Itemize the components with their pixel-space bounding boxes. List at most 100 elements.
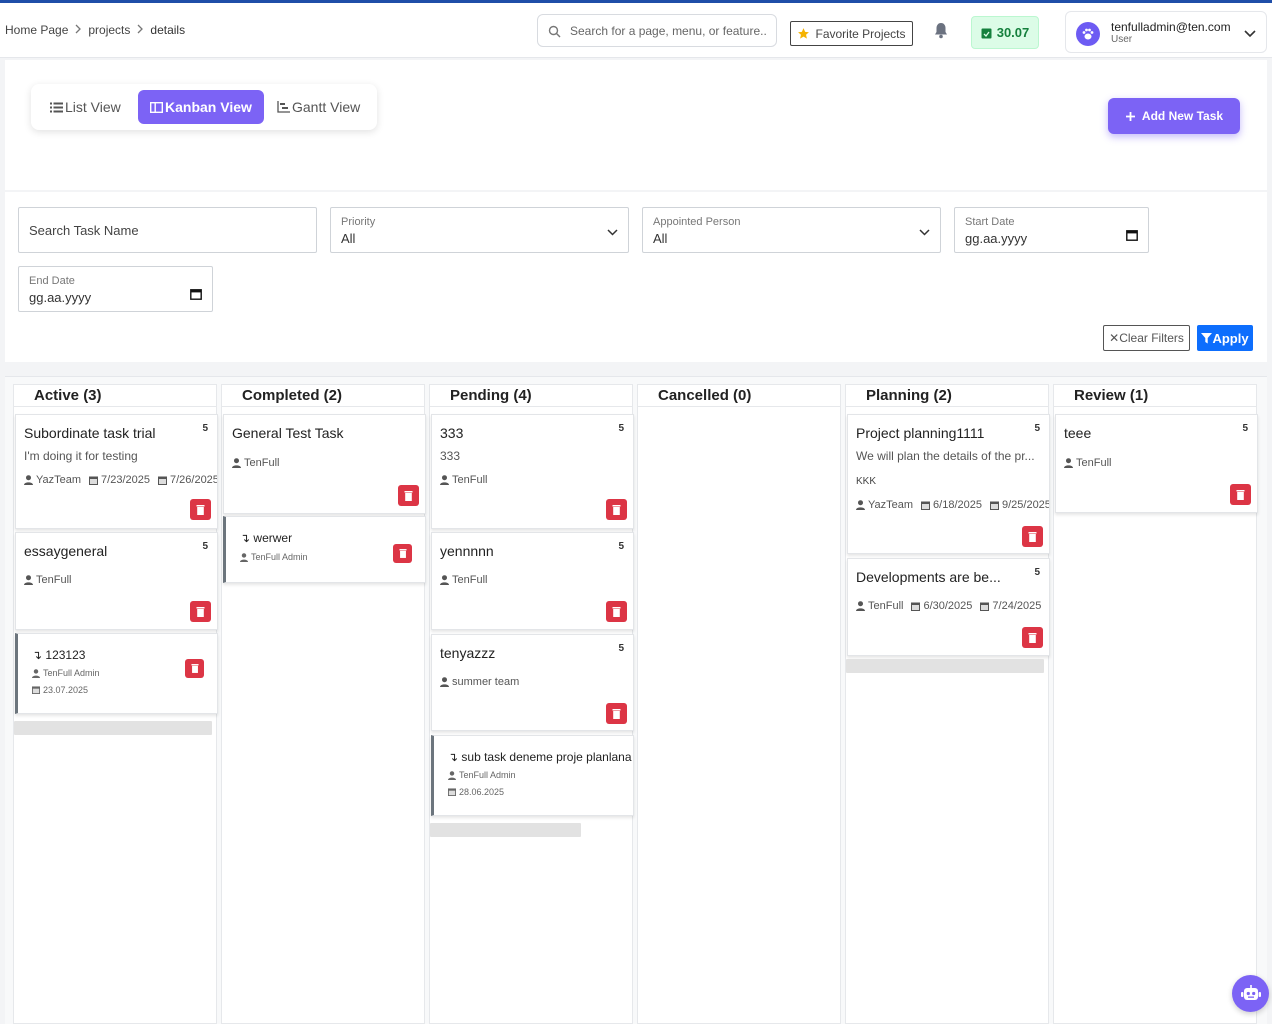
chevron-down-icon bbox=[607, 224, 618, 239]
task-assignee: TenFull bbox=[868, 600, 904, 612]
user-icon bbox=[440, 677, 449, 687]
gantt-icon bbox=[277, 101, 290, 113]
trash-icon bbox=[190, 664, 199, 673]
calendar-icon[interactable] bbox=[1126, 229, 1138, 244]
calendar-check-icon bbox=[980, 602, 990, 611]
task-card[interactable]: teee 5 TenFull bbox=[1055, 414, 1258, 513]
task-card[interactable]: Developments are be... 5 TenFull 6/30/20… bbox=[847, 558, 1050, 656]
subtask-date: 28.06.2025 bbox=[448, 787, 504, 797]
priority-value: All bbox=[341, 231, 356, 246]
calendar-icon bbox=[89, 476, 99, 485]
delete-task-button[interactable] bbox=[606, 703, 627, 724]
user-menu[interactable]: tenfulladmin@ten.com User bbox=[1065, 11, 1267, 53]
favorite-projects-button[interactable]: Favorite Projects bbox=[790, 21, 913, 46]
delete-subtask-button[interactable] bbox=[393, 544, 412, 563]
column-title: Pending (4) bbox=[430, 385, 632, 407]
breadcrumb: Home Page projects details bbox=[5, 23, 185, 37]
tab-gantt-view[interactable]: Gantt View bbox=[265, 90, 372, 124]
clear-filters-label: Clear Filters bbox=[1119, 331, 1184, 345]
task-end-date: 7/26/2025 bbox=[169, 474, 218, 486]
task-end-date: 7/24/2025 bbox=[992, 600, 1042, 612]
clear-filters-button[interactable]: ✕ Clear Filters bbox=[1103, 325, 1190, 351]
delete-task-button[interactable] bbox=[1230, 484, 1251, 505]
user-icon bbox=[232, 458, 241, 468]
add-new-task-button[interactable]: Add New Task bbox=[1108, 98, 1240, 134]
subtask-assignee-text: TenFull Admin bbox=[43, 668, 100, 678]
delete-task-button[interactable] bbox=[1022, 627, 1043, 648]
delete-task-button[interactable] bbox=[1022, 526, 1043, 547]
task-assignee: TenFull bbox=[452, 574, 488, 586]
task-assignee: TenFull bbox=[36, 574, 72, 586]
subtask-card[interactable]: ↴ werwer TenFull Admin bbox=[223, 516, 426, 583]
bell-icon[interactable] bbox=[933, 22, 949, 42]
delete-task-button[interactable] bbox=[190, 499, 211, 520]
subtask-card[interactable]: ↴ sub task deneme proje planlana TenFull… bbox=[431, 735, 634, 816]
credit-badge[interactable]: 30.07 bbox=[971, 16, 1039, 49]
subtask-card[interactable]: ↴ 123123 TenFull Admin 23.07.2025 bbox=[15, 633, 218, 714]
trash-icon bbox=[1028, 632, 1037, 643]
task-title: essaygeneral bbox=[24, 543, 108, 559]
delete-task-button[interactable] bbox=[190, 601, 211, 622]
calendar-check-icon bbox=[157, 476, 167, 485]
task-description: We will plan the details of the pr... bbox=[856, 449, 1035, 463]
priority-label: Priority bbox=[341, 216, 376, 228]
calendar-icon bbox=[448, 788, 456, 796]
column-title: Cancelled (0) bbox=[638, 385, 840, 407]
delete-task-button[interactable] bbox=[606, 499, 627, 520]
end-date-input[interactable]: End Date gg.aa.yyyy bbox=[18, 266, 213, 312]
task-card[interactable]: General Test Task TenFull bbox=[223, 414, 426, 514]
credit-value: 30.07 bbox=[996, 25, 1030, 40]
task-priority-number: 5 bbox=[618, 541, 624, 552]
delete-subtask-button[interactable] bbox=[185, 659, 204, 678]
chatbot-button[interactable] bbox=[1232, 975, 1269, 1012]
tab-kanban-view[interactable]: Kanban View bbox=[138, 90, 264, 124]
task-title: tenyazzz bbox=[440, 645, 496, 661]
tab-list-view[interactable]: List View bbox=[38, 90, 133, 124]
start-date-label: Start Date bbox=[965, 216, 1015, 228]
priority-select[interactable]: Priority All bbox=[330, 207, 629, 253]
task-title: yennnnn bbox=[440, 543, 494, 559]
kanban-icon bbox=[150, 101, 163, 113]
column-scrollbar[interactable] bbox=[14, 721, 212, 735]
task-card[interactable]: yennnnn 5 TenFull bbox=[431, 532, 634, 630]
subtask-assignee: TenFull Admin bbox=[240, 552, 308, 562]
column-scrollbar[interactable] bbox=[846, 659, 1044, 673]
breadcrumb-projects[interactable]: projects bbox=[88, 23, 130, 37]
appointed-person-select[interactable]: Appointed Person All bbox=[642, 207, 941, 253]
breadcrumb-home[interactable]: Home Page bbox=[5, 23, 68, 37]
task-priority-number: 5 bbox=[618, 643, 624, 654]
column-scrollbar[interactable] bbox=[430, 823, 581, 837]
user-icon bbox=[24, 575, 33, 585]
task-card[interactable]: 333 5 333 TenFull bbox=[431, 414, 634, 529]
task-assignee: YazTeam bbox=[868, 499, 914, 511]
calendar-icon bbox=[921, 501, 931, 510]
apply-filters-button[interactable]: Apply bbox=[1197, 325, 1253, 351]
kanban-column-pending: Pending (4) 333 5 333 TenFull yennnnn 5 … bbox=[429, 384, 634, 1024]
calendar-icon[interactable] bbox=[190, 288, 202, 303]
subtask-title: ↴ sub task deneme proje planlana bbox=[448, 750, 632, 764]
trash-icon bbox=[612, 708, 621, 719]
task-card[interactable]: tenyazzz 5 summer team bbox=[431, 634, 634, 731]
delete-task-button[interactable] bbox=[398, 485, 419, 506]
trash-icon bbox=[196, 606, 205, 617]
task-meta: TenFull 6/30/2025 7/24/2025 bbox=[856, 600, 1041, 612]
subtask-title-text: sub task deneme proje planlana bbox=[461, 750, 632, 764]
task-name-search-input[interactable]: Search Task Name bbox=[18, 207, 317, 253]
task-meta: summer team bbox=[440, 676, 519, 688]
global-search-input[interactable]: Search for a page, menu, or feature.. bbox=[537, 14, 777, 47]
column-title: Completed (2) bbox=[222, 385, 424, 407]
task-card[interactable]: Project planning1111 5 We will plan the … bbox=[847, 414, 1050, 554]
delete-task-button[interactable] bbox=[606, 601, 627, 622]
chevron-right-icon bbox=[136, 24, 144, 37]
trash-icon bbox=[196, 504, 205, 515]
task-card[interactable]: Subordinate task trial 5 I'm doing it fo… bbox=[15, 414, 218, 529]
subtask-title-text: 123123 bbox=[45, 648, 86, 662]
task-meta: TenFull bbox=[232, 457, 279, 469]
task-meta: TenFull bbox=[24, 574, 71, 586]
subtask-title: ↴ werwer bbox=[240, 531, 292, 545]
user-icon bbox=[448, 770, 456, 780]
end-date-label: End Date bbox=[29, 275, 75, 287]
start-date-input[interactable]: Start Date gg.aa.yyyy bbox=[954, 207, 1149, 253]
task-card[interactable]: essaygeneral 5 TenFull bbox=[15, 532, 218, 630]
task-start-date: 7/23/2025 bbox=[101, 474, 150, 486]
